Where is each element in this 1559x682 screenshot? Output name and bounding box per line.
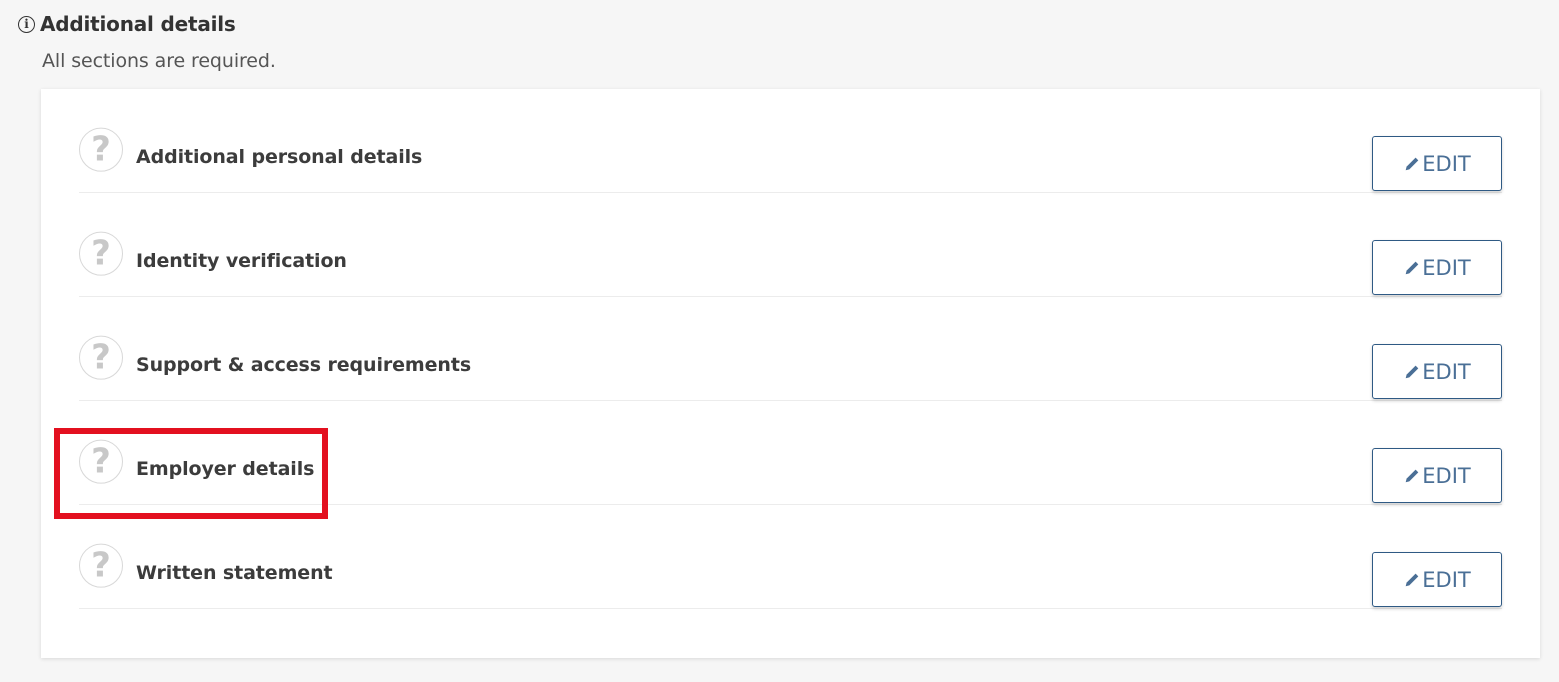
section-row-additional-personal-details: ? Additional personal details EDIT <box>79 89 1502 193</box>
edit-button[interactable]: EDIT <box>1372 343 1502 399</box>
edit-button-label: EDIT <box>1422 151 1471 176</box>
edit-button-label: EDIT <box>1422 567 1471 592</box>
question-circle-icon: ? <box>79 231 123 276</box>
pencil-icon <box>1405 365 1419 378</box>
page-title: Additional details <box>40 12 236 36</box>
edit-button[interactable]: EDIT <box>1372 135 1502 191</box>
question-circle-icon: ? <box>79 127 123 172</box>
pencil-icon <box>1405 261 1419 274</box>
info-icon: i <box>18 15 35 33</box>
edit-button-label: EDIT <box>1422 463 1471 488</box>
highlight-box <box>54 428 328 519</box>
section-header: i Additional details <box>18 12 236 36</box>
question-circle-icon: ? <box>79 335 123 380</box>
section-label: Support & access requirements <box>136 354 472 376</box>
edit-button-label: EDIT <box>1422 255 1471 280</box>
edit-button[interactable]: EDIT <box>1372 239 1502 295</box>
section-label: Written statement <box>136 562 333 584</box>
section-label: Additional personal details <box>136 146 423 168</box>
edit-button[interactable]: EDIT <box>1372 447 1502 503</box>
pencil-icon <box>1405 469 1419 482</box>
section-label: Identity verification <box>136 250 347 272</box>
edit-button-label: EDIT <box>1422 359 1471 384</box>
section-row-written-statement: ? Written statement EDIT <box>79 505 1502 609</box>
section-row-identity-verification: ? Identity verification EDIT <box>79 193 1502 297</box>
pencil-icon <box>1405 157 1419 170</box>
sections-card: ? Additional personal details EDIT ? Ide… <box>41 89 1540 658</box>
edit-button[interactable]: EDIT <box>1372 551 1502 607</box>
question-circle-icon: ? <box>79 543 123 588</box>
pencil-icon <box>1405 573 1419 586</box>
page-subtitle: All sections are required. <box>42 50 276 72</box>
section-row-support-access-requirements: ? Support & access requirements EDIT <box>79 297 1502 401</box>
